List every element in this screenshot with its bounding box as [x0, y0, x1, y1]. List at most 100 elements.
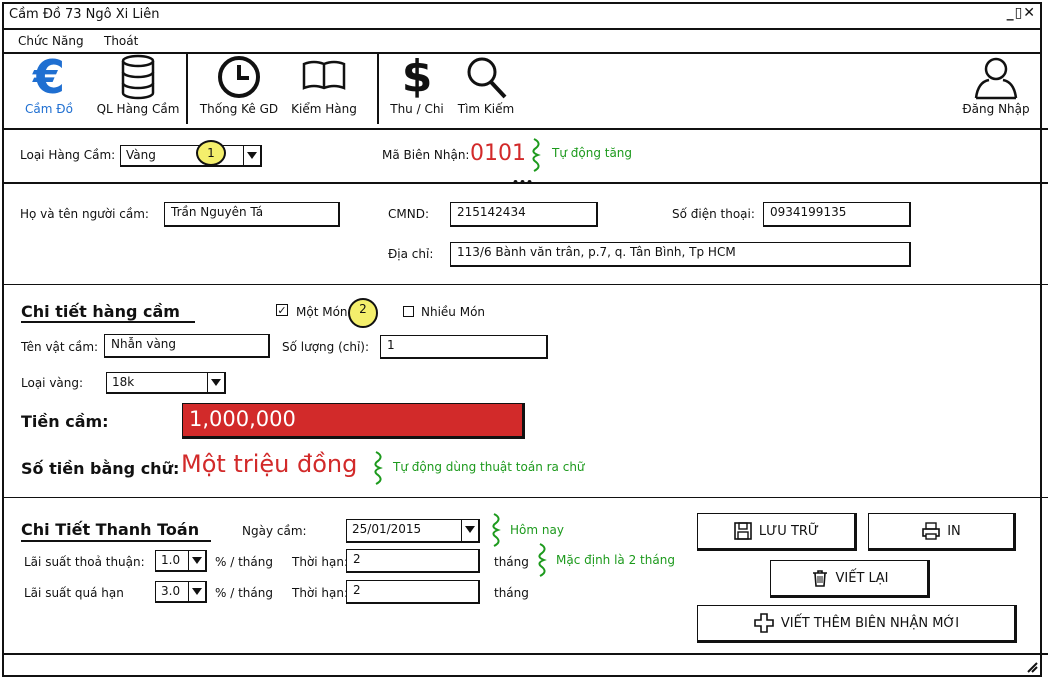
brace-icon: [538, 543, 547, 577]
overdue-rate-value: 3.0: [161, 584, 181, 598]
chevron-down-icon[interactable]: [461, 520, 478, 541]
date-note: Hôm nay: [510, 523, 564, 537]
annotation-marker-1: 1: [196, 140, 226, 166]
amount-in-words: Một triệu đồng: [181, 450, 358, 478]
gold-type-select[interactable]: 18k: [106, 372, 226, 394]
rate-label: Lãi suất thoả thuận:: [24, 555, 145, 569]
menu-item-chuc-nang[interactable]: Chức Năng: [18, 34, 84, 48]
search-icon: [467, 57, 507, 99]
overdue-rate-unit: % / tháng: [215, 586, 273, 600]
new-receipt-label: VIẾT THÊM BIÊN NHẬN MỚI: [780, 615, 960, 631]
window-controls[interactable]: _▯✕: [1007, 5, 1036, 21]
address-label: Địa chỉ:: [388, 247, 434, 261]
status-bar-divider: [2, 653, 1048, 655]
divider: [2, 284, 1048, 285]
title-underline: [21, 540, 211, 542]
date-label: Ngày cầm:: [242, 524, 307, 538]
toolbar-button-cam-do[interactable]: € Cầm Đồ: [18, 54, 80, 126]
date-select[interactable]: 25/01/2015: [346, 519, 480, 543]
chevron-down-icon[interactable]: [188, 551, 205, 570]
rate-unit: % / tháng: [215, 555, 273, 569]
item-name-field[interactable]: Nhẫn vàng: [104, 334, 270, 358]
chevron-down-icon[interactable]: [243, 146, 260, 165]
toolbar-label: Đăng Nhập: [962, 102, 1030, 116]
database-icon: [121, 54, 155, 100]
annotation-marker-2: 2: [348, 298, 378, 328]
euro-icon: €: [32, 50, 65, 104]
toolbar-label: Kiểm Hàng: [291, 102, 357, 116]
words-note: Tự động dùng thuật toán ra chữ: [393, 460, 585, 474]
gold-type-label: Loại vàng:: [21, 376, 84, 390]
save-button[interactable]: LƯU TRỮ: [697, 513, 857, 551]
plus-icon: [754, 613, 774, 633]
multi-item-label: Nhiều Món: [421, 305, 486, 319]
toolbar-label: Thống Kê GD: [199, 102, 279, 116]
single-item-checkbox[interactable]: ✓: [276, 304, 288, 316]
term-note: Mặc định là 2 tháng: [556, 553, 675, 567]
term-field[interactable]: 2: [346, 549, 480, 573]
words-label: Số tiền bằng chữ:: [21, 459, 180, 478]
quantity-field[interactable]: 1: [380, 335, 548, 359]
section-title-payment: Chi Tiết Thanh Toán: [21, 520, 200, 539]
chevron-down-icon[interactable]: [207, 373, 224, 392]
reset-button[interactable]: VIẾT LẠI: [770, 560, 930, 598]
toolbar-label: Cầm Đồ: [25, 102, 73, 116]
print-label: IN: [947, 523, 961, 539]
book-icon: [302, 60, 346, 90]
divider: [2, 128, 1048, 130]
customer-name-label: Họ và tên người cầm:: [20, 207, 149, 221]
multi-item-checkbox[interactable]: [403, 306, 414, 317]
toolbar-separator: [186, 54, 188, 124]
term2-label: Thời hạn:: [292, 586, 349, 600]
toolbar-button-thu-chi[interactable]: $ Thu / Chi: [386, 54, 448, 126]
phone-field[interactable]: 0934199135: [763, 202, 911, 227]
gold-type-value: 18k: [112, 375, 135, 389]
rate-select[interactable]: 1.0: [155, 550, 207, 572]
resize-grip-icon[interactable]: [1026, 661, 1038, 673]
toolbar-button-dang-nhap[interactable]: Đăng Nhập: [960, 54, 1032, 126]
dollar-icon: $: [401, 51, 433, 102]
menu-item-thoat[interactable]: Thoát: [104, 34, 138, 48]
print-button[interactable]: IN: [868, 513, 1016, 551]
toolbar-button-ql-hang-cam[interactable]: QL Hàng Cầm: [90, 54, 186, 126]
term-label: Thời hạn:: [292, 555, 349, 569]
printer-icon: [922, 522, 941, 540]
receipt-label: Mã Biên Nhận:: [382, 148, 470, 162]
term-unit: tháng: [494, 555, 529, 569]
phone-label: Số điện thoại:: [672, 207, 755, 221]
overdue-rate-select[interactable]: 3.0: [155, 581, 207, 603]
single-item-label: Một Món: [296, 305, 348, 319]
item-name-label: Tên vật cầm:: [21, 340, 99, 354]
brace-icon: [492, 513, 501, 547]
user-icon: [974, 57, 1018, 100]
new-receipt-button[interactable]: VIẾT THÊM BIÊN NHẬN MỚI: [697, 605, 1017, 643]
chevron-down-icon[interactable]: [188, 582, 205, 601]
save-label: LƯU TRỮ: [758, 523, 820, 539]
toolbar-button-tim-kiem[interactable]: Tìm Kiếm: [454, 54, 518, 126]
toolbar-label: Tìm Kiếm: [457, 102, 515, 116]
brace-icon: [374, 451, 383, 485]
window-title: Cầm Đồ 73 Ngô Xi Liên: [9, 7, 160, 22]
toolbar-button-kiem-hang[interactable]: Kiểm Hàng: [288, 54, 360, 126]
amount-field[interactable]: 1,000,000: [182, 403, 525, 439]
title-bar: Cầm Đồ 73 Ngô Xi Liên _▯✕: [4, 4, 1040, 30]
section-title-detail: Chi tiết hàng cầm: [21, 302, 180, 321]
reset-label: VIẾT LẠI: [835, 570, 889, 586]
title-underline: [21, 321, 195, 323]
toolbar-label: Thu / Chi: [390, 102, 444, 116]
item-type-select[interactable]: Vàng: [120, 145, 262, 167]
rate-value: 1.0: [161, 553, 181, 567]
item-type-value: Vàng: [126, 148, 156, 162]
amount-label: Tiền cầm:: [21, 412, 109, 431]
id-field[interactable]: 215142434: [450, 202, 598, 227]
term2-field[interactable]: 2: [346, 580, 480, 604]
date-value: 25/01/2015: [352, 522, 422, 536]
splitter-handle[interactable]: •••: [512, 176, 533, 189]
customer-name-field[interactable]: Trần Nguyên Tá: [164, 202, 340, 227]
divider: [2, 497, 1048, 498]
trash-icon: [812, 570, 827, 587]
brace-icon: [532, 138, 541, 172]
quantity-label: Số lượng (chỉ):: [282, 340, 370, 354]
toolbar-button-thong-ke[interactable]: Thống Kê GD: [194, 54, 284, 126]
address-field[interactable]: 113/6 Bành văn trân, p.7, q. Tân Bình, T…: [450, 242, 911, 267]
